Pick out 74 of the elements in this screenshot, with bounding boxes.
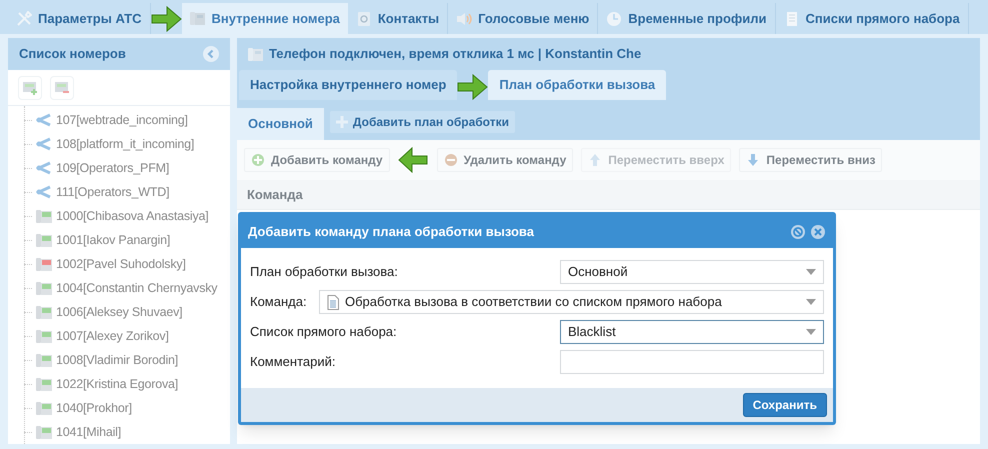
tree-item[interactable]: 1008[Vladimir Borodin]	[24, 348, 230, 372]
close-icon[interactable]	[810, 224, 826, 240]
remove-phone-icon	[54, 80, 70, 94]
share-icon	[36, 113, 52, 127]
phone-icon	[36, 305, 52, 319]
dialog-title: Добавить команду плана обработки вызова	[248, 222, 534, 241]
tree-item[interactable]: 107[webtrade_incoming]	[24, 108, 230, 132]
pointer-arrow-icon	[150, 6, 182, 32]
minimize-icon[interactable]	[790, 224, 806, 240]
add-number-button[interactable]	[18, 76, 42, 100]
phone-icon	[36, 209, 52, 223]
sub-tab[interactable]: Настройка внутреннего номер	[239, 70, 458, 100]
save-button[interactable]: Сохранить	[742, 393, 827, 417]
field-label: Список прямого набора:	[250, 323, 398, 342]
tools-icon	[16, 10, 32, 26]
share-icon	[36, 137, 52, 151]
field-label: План обработки вызова:	[250, 263, 399, 282]
select-field[interactable]: Blacklist	[560, 320, 824, 344]
nav-tab[interactable]: Внутренние номера	[182, 3, 348, 34]
toolbar-button[interactable]: Добавить команду	[244, 148, 390, 172]
phone-icon	[36, 257, 52, 271]
tree-item[interactable]: 1040[Prokhor]	[24, 396, 230, 420]
dropdown-caret-icon	[806, 269, 816, 275]
phone-icon	[36, 353, 52, 367]
add-phone-icon	[22, 80, 38, 94]
comment-field[interactable]	[560, 350, 824, 374]
sub-tab[interactable]: План обработки вызова	[488, 70, 666, 100]
phone-icon	[248, 46, 263, 62]
tree-item[interactable]: 1000[Chibasova Anastasiya]	[24, 204, 230, 228]
tree-item[interactable]: 1022[Kristina Egorova]	[24, 372, 230, 396]
tree-item[interactable]: 1007[Alexey Zorikov]	[24, 324, 230, 348]
field-label: Комментарий:	[250, 353, 336, 372]
arrow-up-icon	[588, 153, 602, 167]
pointer-arrow-icon	[398, 147, 429, 173]
dropdown-caret-icon	[806, 299, 816, 305]
speaker-icon	[456, 10, 472, 26]
column-header: Команда	[247, 186, 303, 204]
field-label: Команда:	[250, 293, 308, 312]
remove-icon	[444, 153, 458, 167]
phone-icon	[36, 329, 52, 343]
add-plan-button[interactable]: Добавить план обработки	[330, 111, 515, 133]
arrow-down-icon	[746, 153, 760, 167]
clock-icon	[606, 10, 622, 26]
phone-icon	[36, 425, 52, 439]
panel-title: Список номеров	[19, 45, 126, 64]
remove-number-button[interactable]	[50, 76, 74, 100]
tree-item[interactable]: 108[platform_it_incoming]	[24, 132, 230, 156]
pointer-arrow-icon	[457, 74, 488, 100]
toolbar-button[interactable]: Переместить вниз	[739, 148, 882, 172]
tree-item[interactable]: 1001[Iakov Panargin]	[24, 228, 230, 252]
tree-item[interactable]: 1006[Aleksey Shuvaev]	[24, 300, 230, 324]
phone-status-text: Телефон подключен, время отклика 1 мс | Konstantin Che	[269, 45, 642, 64]
share-icon	[36, 161, 52, 175]
plus-icon	[336, 116, 348, 128]
select-field[interactable]: Основной	[560, 260, 824, 284]
contact-card-icon	[356, 10, 372, 26]
select-field[interactable]: Обработка вызова в соответствии со списком прямого набора	[319, 290, 824, 314]
phone-icon	[36, 377, 52, 391]
share-icon	[36, 185, 52, 199]
tree-item[interactable]: 109[Operators_PFM]	[24, 156, 230, 180]
plan-tab[interactable]: Основной	[237, 108, 324, 140]
add-icon	[251, 153, 265, 167]
phone-icon	[190, 10, 206, 26]
toolbar-button[interactable]: Удалить команду	[436, 148, 574, 172]
phone-icon	[36, 233, 52, 247]
phone-icon	[36, 281, 52, 295]
tree-item[interactable]: 111[Operators_WTD]	[24, 180, 230, 204]
collapse-icon[interactable]	[203, 46, 219, 62]
document-icon	[327, 294, 339, 310]
dropdown-caret-icon	[806, 329, 816, 335]
phone-icon	[36, 401, 52, 415]
tree-item[interactable]: 1041[Mihail]	[24, 420, 230, 444]
tree-item[interactable]: 1004[Constantin Chernyavsky	[24, 276, 230, 300]
tree-item[interactable]: 1002[Pavel Suhodolsky]	[24, 252, 230, 276]
